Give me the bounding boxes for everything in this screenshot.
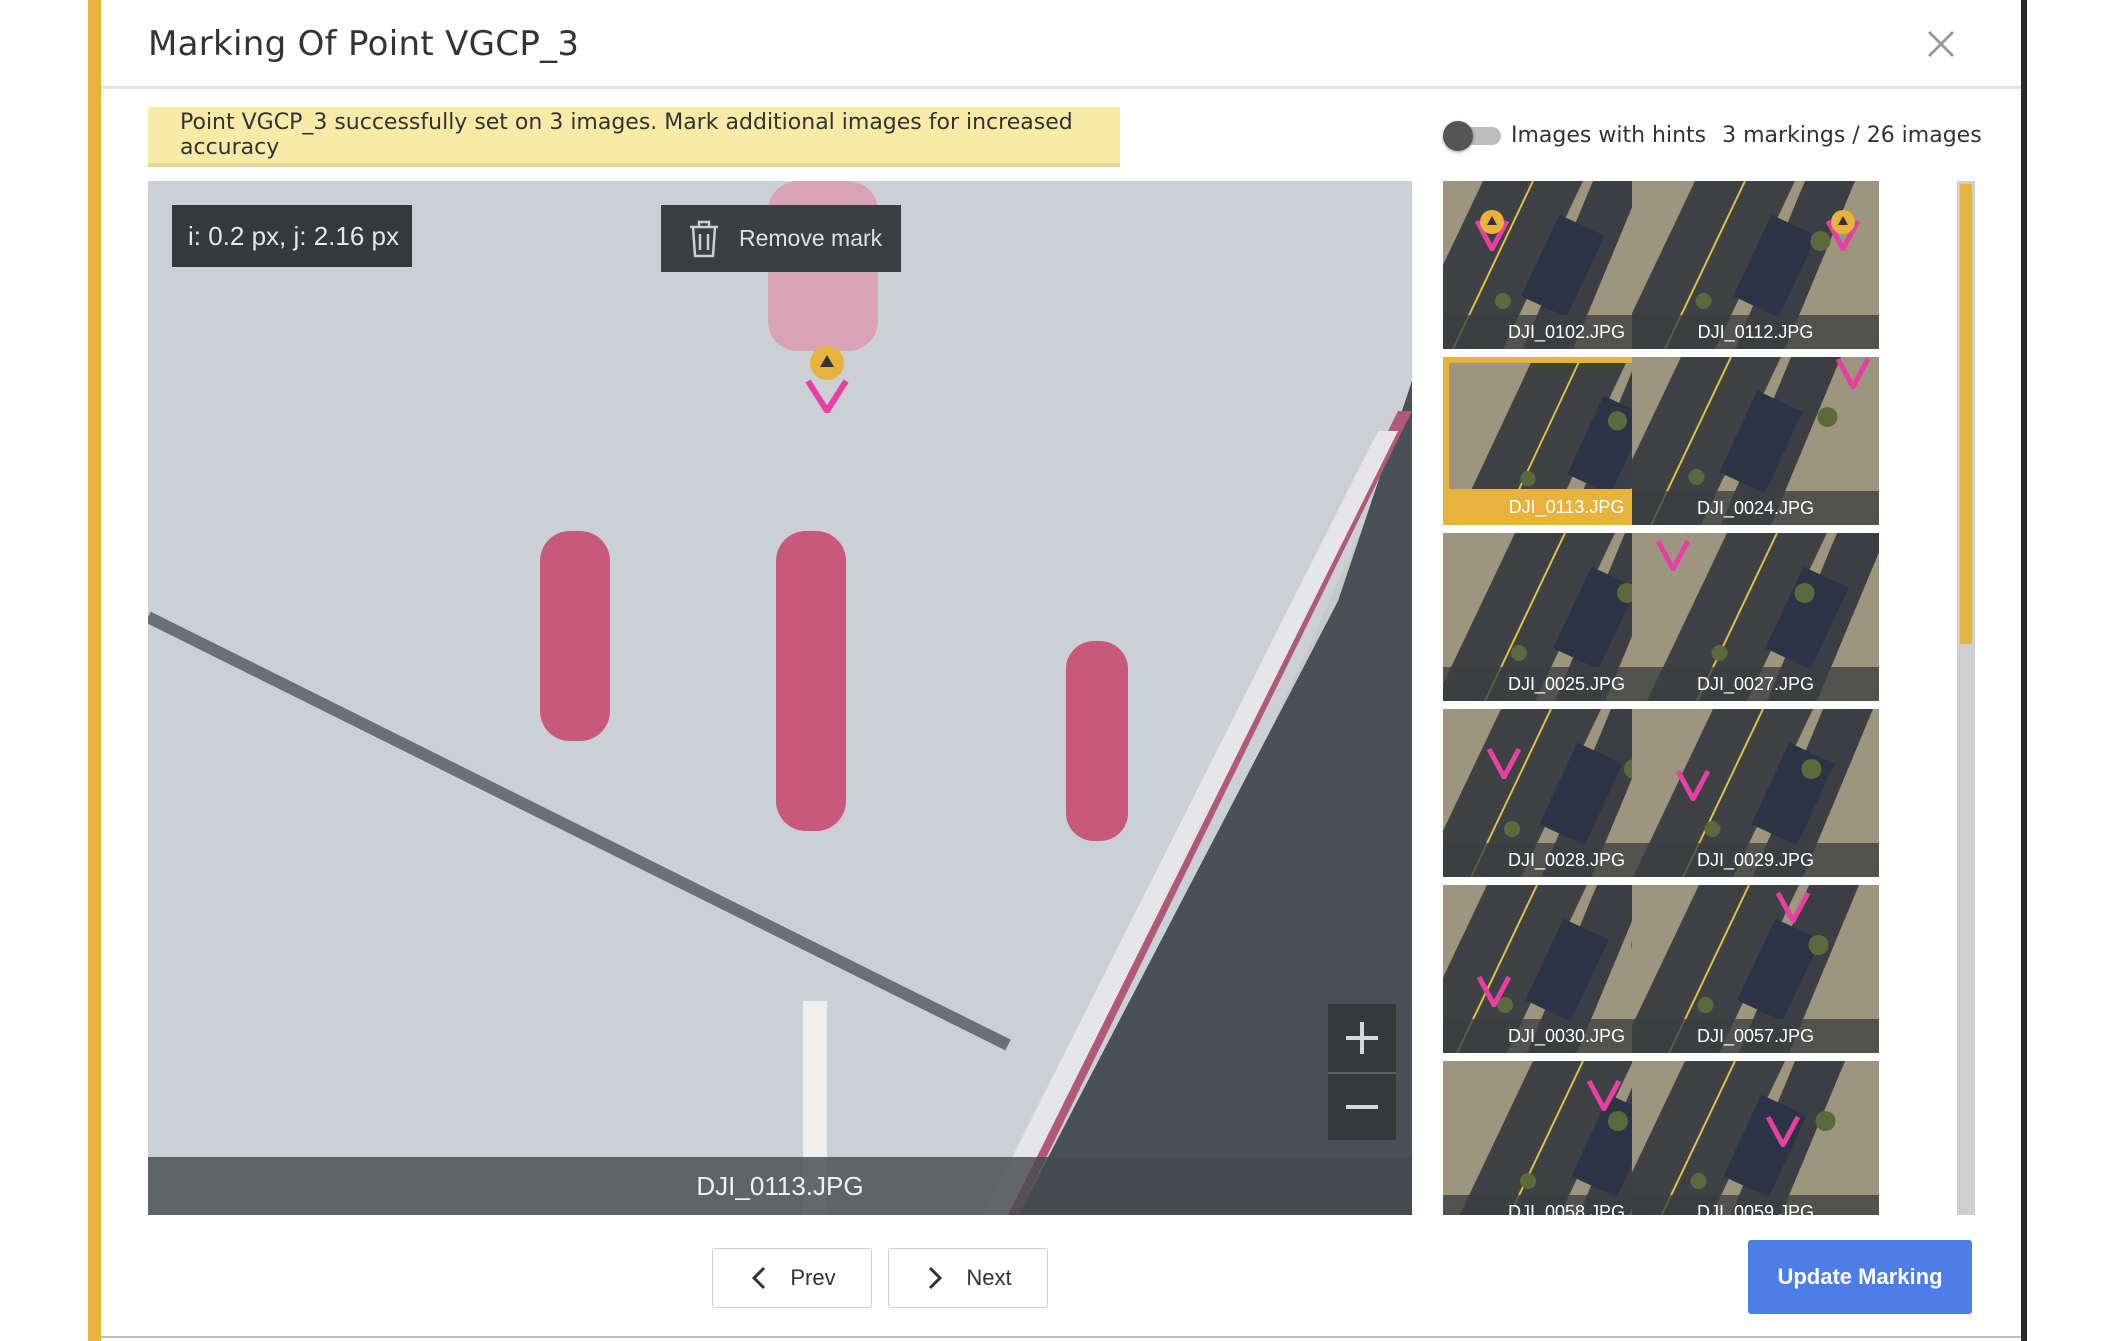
- scrollbar-thumb[interactable]: [1960, 184, 1972, 644]
- marking-dialog: Marking Of Point VGCP_3 Point VGCP_3 suc…: [101, 0, 2021, 1341]
- thumbnail-grid: DJI_0102.JPG DJI_0112.JPG DJI_0113.JPG DJI_…: [1443, 181, 1945, 1215]
- dialog-header: Marking Of Point VGCP_3: [101, 0, 2021, 89]
- thumbnail-label: DJI_0024.JPG: [1632, 491, 1879, 525]
- modal-accent-stripe: [88, 0, 101, 1341]
- image-viewer[interactable]: i: 0.2 px, j: 2.16 px Remove mark DJI_01…: [148, 181, 1412, 1215]
- zoom-in-button[interactable]: [1328, 1004, 1396, 1072]
- mark-pin-icon: [1825, 210, 1861, 251]
- thumbnail-item[interactable]: DJI_0024.JPG: [1632, 357, 1879, 525]
- next-button[interactable]: Next: [888, 1248, 1048, 1308]
- banner-message: Point VGCP_3 successfully set on 3 image…: [180, 110, 1073, 160]
- background-edge: [2021, 0, 2027, 1341]
- chevron-right-icon: [929, 1266, 943, 1290]
- close-icon[interactable]: [1921, 24, 1961, 64]
- zoom-out-button[interactable]: [1328, 1072, 1396, 1140]
- remove-mark-button[interactable]: Remove mark: [661, 205, 901, 272]
- hint-marker-icon: [1675, 769, 1711, 801]
- thumbnail-scrollbar[interactable]: [1957, 181, 1975, 1215]
- thumbnail-item[interactable]: DJI_0112.JPG: [1632, 181, 1879, 349]
- plus-icon: [1346, 1022, 1378, 1054]
- prev-label: Prev: [790, 1265, 836, 1290]
- hint-marker-icon: [1486, 747, 1522, 779]
- hints-bar: Images with hints 3 markings / 26 images: [1443, 115, 1982, 155]
- thumbnail-item[interactable]: DJI_0029.JPG: [1632, 709, 1879, 877]
- hints-toggle-label: Images with hints: [1511, 122, 1707, 148]
- mark-pin-icon: [1474, 210, 1510, 251]
- thumbnail-label: DJI_0112.JPG: [1632, 315, 1879, 349]
- hint-marker-icon: [1655, 539, 1691, 571]
- thumbnail-item[interactable]: DJI_0027.JPG: [1632, 533, 1879, 701]
- success-banner: Point VGCP_3 successfully set on 3 image…: [148, 107, 1120, 167]
- minus-icon: [1346, 1105, 1378, 1109]
- mark-pin-icon[interactable]: [804, 341, 850, 413]
- hint-marker-icon: [1476, 975, 1512, 1007]
- bottom-border: [101, 1336, 2021, 1338]
- thumbnail-item[interactable]: DJI_0057.JPG: [1632, 885, 1879, 1053]
- toggle-knob: [1443, 121, 1473, 151]
- zoom-controls: [1328, 1004, 1396, 1140]
- thumbnail-image: [1632, 1061, 1879, 1215]
- hint-marker-icon: [1765, 1115, 1801, 1147]
- chevron-left-icon: [752, 1266, 766, 1290]
- trash-icon: [690, 220, 718, 257]
- remove-mark-label: Remove mark: [739, 225, 883, 251]
- next-label: Next: [966, 1265, 1012, 1290]
- thumbnail-label: DJI_0057.JPG: [1632, 1019, 1879, 1053]
- markings-count: 3 markings / 26 images: [1722, 122, 1982, 148]
- hints-toggle[interactable]: [1443, 121, 1501, 151]
- thumbnail-item[interactable]: DJI_0059.JPG: [1632, 1061, 1879, 1215]
- prev-button[interactable]: Prev: [712, 1248, 872, 1308]
- hint-marker-icon: [1835, 357, 1871, 389]
- thumbnail-label: DJI_0027.JPG: [1632, 667, 1879, 701]
- current-image-name: DJI_0113.JPG: [148, 1157, 1412, 1215]
- thumbnail-label: DJI_0059.JPG: [1632, 1195, 1879, 1215]
- hint-marker-icon: [1586, 1079, 1622, 1111]
- update-marking-button[interactable]: Update Marking: [1748, 1240, 1972, 1314]
- pixel-coordinates: i: 0.2 px, j: 2.16 px: [172, 205, 412, 267]
- dialog-title: Marking Of Point VGCP_3: [148, 24, 580, 64]
- thumbnail-label: DJI_0029.JPG: [1632, 843, 1879, 877]
- hint-marker-icon: [1775, 891, 1811, 923]
- zoomed-image[interactable]: [148, 181, 1412, 1215]
